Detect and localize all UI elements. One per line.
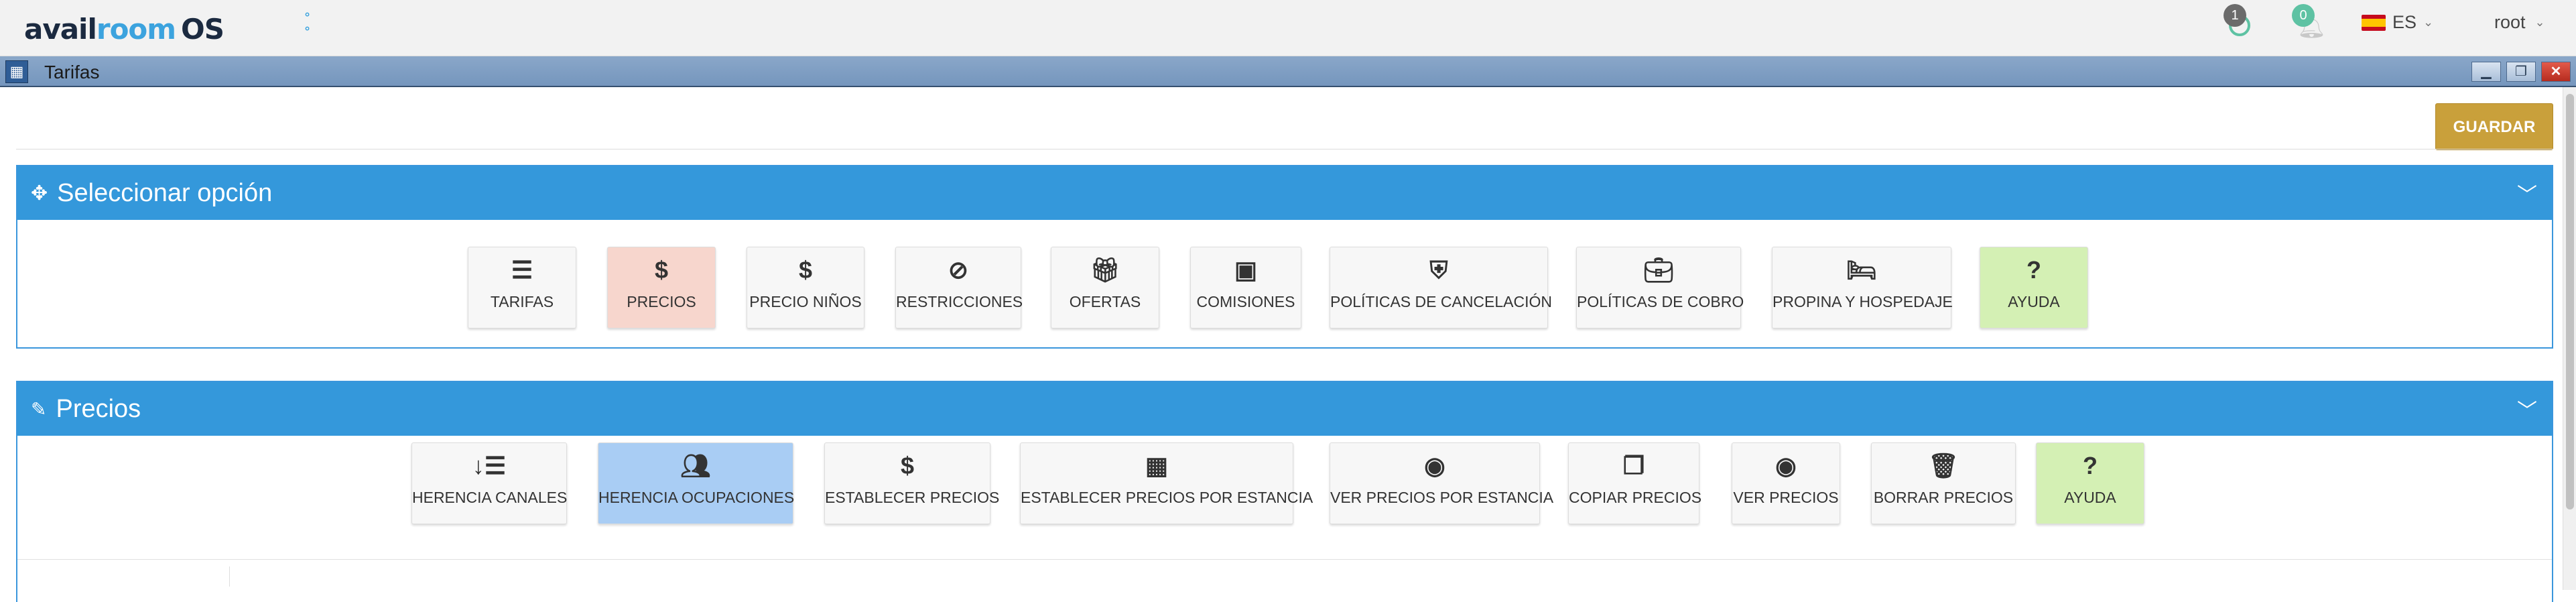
option-label: POLÍTICAS DE COBRO [1577, 293, 1744, 310]
option-herencia-canales[interactable]: ↓☰ HERENCIA CANALES [411, 442, 567, 524]
option-label: PROPINA Y HOSPEDAJE [1773, 293, 1953, 310]
dollar-icon: $ [798, 256, 813, 284]
sort-icon: ↓☰ [472, 452, 507, 479]
scrollbar-thumb[interactable] [2566, 94, 2574, 509]
option-ver-precios[interactable]: ◉ VER PRECIOS [1732, 442, 1840, 524]
gift-icon: 🎁︎ [1090, 256, 1120, 284]
option-copiar-precios[interactable]: ❐ COPIAR PRECIOS [1568, 442, 1702, 524]
option-precios[interactable]: $ PRECIOS [607, 247, 716, 328]
language-label: ES [2392, 12, 2417, 32]
option-borrar-precios[interactable]: 🗑︎ BORRAR PRECIOS [1871, 442, 2016, 524]
option-establecer-precios-estancia[interactable]: ▦ ESTABLECER PRECIOS POR ESTANCIA [1020, 442, 1313, 524]
list-icon: ☰ [511, 256, 533, 284]
option-label: VER PRECIOS [1733, 489, 1839, 506]
logo-text-os: OS [181, 13, 224, 46]
chevron-down-icon[interactable]: ﹀ [2517, 394, 2537, 424]
option-label: TARIFAS [490, 293, 554, 310]
users-icon: 👥︎ [680, 452, 711, 479]
calculator-icon: ▦ [5, 60, 28, 83]
prices-panel-header[interactable]: ✎ Precios ﹀ [17, 382, 2552, 436]
app-logo[interactable]: avail room OS °° [24, 11, 310, 46]
minimize-button[interactable]: ▁ [2471, 62, 2501, 82]
divider [17, 559, 2552, 560]
option-label: OFERTAS [1069, 293, 1141, 310]
notifications-button[interactable]: 🔔︎ 0 [2292, 4, 2332, 42]
dollar-icon: $ [654, 256, 669, 284]
restore-button[interactable]: ❐ [2506, 62, 2536, 82]
option-label: VER PRECIOS POR ESTANCIA [1330, 489, 1554, 506]
calendar-icon: ▦ [1145, 452, 1168, 479]
option-label: COPIAR PRECIOS [1569, 489, 1702, 506]
move-icon: ✥ [31, 182, 48, 204]
briefcase-icon: 💼︎ [1643, 256, 1674, 284]
option-label: PRECIOS [627, 293, 696, 310]
option-label: HERENCIA CANALES [412, 489, 568, 506]
prices-panel: ✎ Precios ﹀ ↓☰ HERENCIA CANALES 👥︎ HEREN… [16, 381, 2553, 602]
option-label: BORRAR PRECIOS [1873, 489, 2014, 506]
copy-icon: ❐ [1622, 452, 1645, 479]
money-icon: ▣ [1234, 256, 1257, 284]
bed-icon: 🛏︎ [1846, 256, 1877, 284]
messages-button[interactable]: 1 [2224, 4, 2264, 42]
logo-dots-icon: °° [304, 11, 310, 39]
vertical-scrollbar[interactable] [2563, 87, 2576, 590]
close-button[interactable]: ✕ [2541, 62, 2571, 82]
user-name: root [2494, 12, 2526, 32]
option-politicas-cobro[interactable]: 💼︎ POLÍTICAS DE COBRO [1576, 247, 1744, 328]
top-header: avail room OS °° 1 🔔︎ 0 ES ⌄ root ⌄ [0, 0, 2576, 56]
option-label: AYUDA [2008, 293, 2060, 310]
user-menu[interactable]: root ⌄ [2494, 12, 2545, 33]
divider [229, 566, 230, 587]
select-option-panel: ✥ Seleccionar opción ﹀ ☰ TARIFAS $ PRECI… [16, 165, 2553, 349]
option-herencia-ocupaciones[interactable]: 👥︎ HERENCIA OCUPACIONES [598, 442, 795, 524]
dollar-icon: $ [900, 452, 915, 479]
question-icon: ? [2083, 452, 2098, 479]
option-ayuda-precios[interactable]: ? AYUDA [2036, 442, 2144, 524]
question-icon: ? [2026, 256, 2041, 284]
option-ofertas[interactable]: 🎁︎ OFERTAS [1051, 247, 1159, 328]
window-title: Tarifas [44, 62, 100, 82]
chevron-down-icon: ⌄ [2423, 15, 2434, 29]
option-label: PRECIO NIÑOS [749, 293, 862, 310]
option-label: ESTABLECER PRECIOS POR ESTANCIA [1021, 489, 1313, 506]
panel-title: Precios [56, 394, 141, 423]
option-label: ESTABLECER PRECIOS [825, 489, 1000, 506]
edit-icon: ✎ [31, 398, 47, 420]
option-precio-ninos[interactable]: $ PRECIO NIÑOS [747, 247, 864, 328]
option-label: POLÍTICAS DE CANCELACIÓN [1330, 293, 1553, 310]
logo-text-avail: avail [24, 13, 97, 46]
option-ayuda[interactable]: ? AYUDA [1980, 247, 2088, 328]
option-label: COMISIONES [1196, 293, 1295, 310]
save-button[interactable]: GUARDAR [2435, 103, 2553, 150]
option-ver-precios-estancia[interactable]: ◉ VER PRECIOS POR ESTANCIA [1330, 442, 1554, 524]
option-label: AYUDA [2064, 489, 2116, 506]
chevron-down-icon: ⌄ [2534, 15, 2545, 29]
option-propina-hospedaje[interactable]: 🛏︎ PROPINA Y HOSPEDAJE [1772, 247, 1953, 328]
option-restricciones[interactable]: ⊘ RESTRICCIONES [895, 247, 1023, 328]
window-content: GUARDAR ✥ Seleccionar opción ﹀ ☰ TARIFAS… [0, 87, 2576, 602]
option-tarifas[interactable]: ☰ TARIFAS [468, 247, 576, 328]
ban-icon: ⊘ [948, 256, 969, 284]
option-politicas-cancelacion[interactable]: ⛨ POLÍTICAS DE CANCELACIÓN [1330, 247, 1553, 328]
messages-count-badge: 1 [2224, 4, 2246, 27]
option-label: HERENCIA OCUPACIONES [598, 489, 795, 506]
window-title-bar[interactable]: ▦ Tarifas ▁ ❐ ✕ [0, 56, 2576, 87]
spain-flag-icon [2362, 14, 2386, 31]
notifications-count-badge: 0 [2292, 4, 2315, 27]
eye-icon: ◉ [1775, 452, 1797, 479]
shield-icon: ⛨ [1429, 256, 1448, 284]
trash-icon: 🗑︎ [1928, 452, 1959, 479]
option-label: RESTRICCIONES [896, 293, 1023, 310]
select-option-panel-header[interactable]: ✥ Seleccionar opción ﹀ [17, 166, 2552, 220]
eye-icon: ◉ [1424, 452, 1445, 479]
chevron-down-icon[interactable]: ﹀ [2517, 178, 2537, 208]
logo-text-room: room [96, 13, 176, 46]
panel-title: Seleccionar opción [57, 178, 273, 207]
language-selector[interactable]: ES ⌄ [2362, 12, 2433, 33]
option-comisiones[interactable]: ▣ COMISIONES [1190, 247, 1301, 328]
option-establecer-precios[interactable]: $ ESTABLECER PRECIOS [824, 442, 1000, 524]
